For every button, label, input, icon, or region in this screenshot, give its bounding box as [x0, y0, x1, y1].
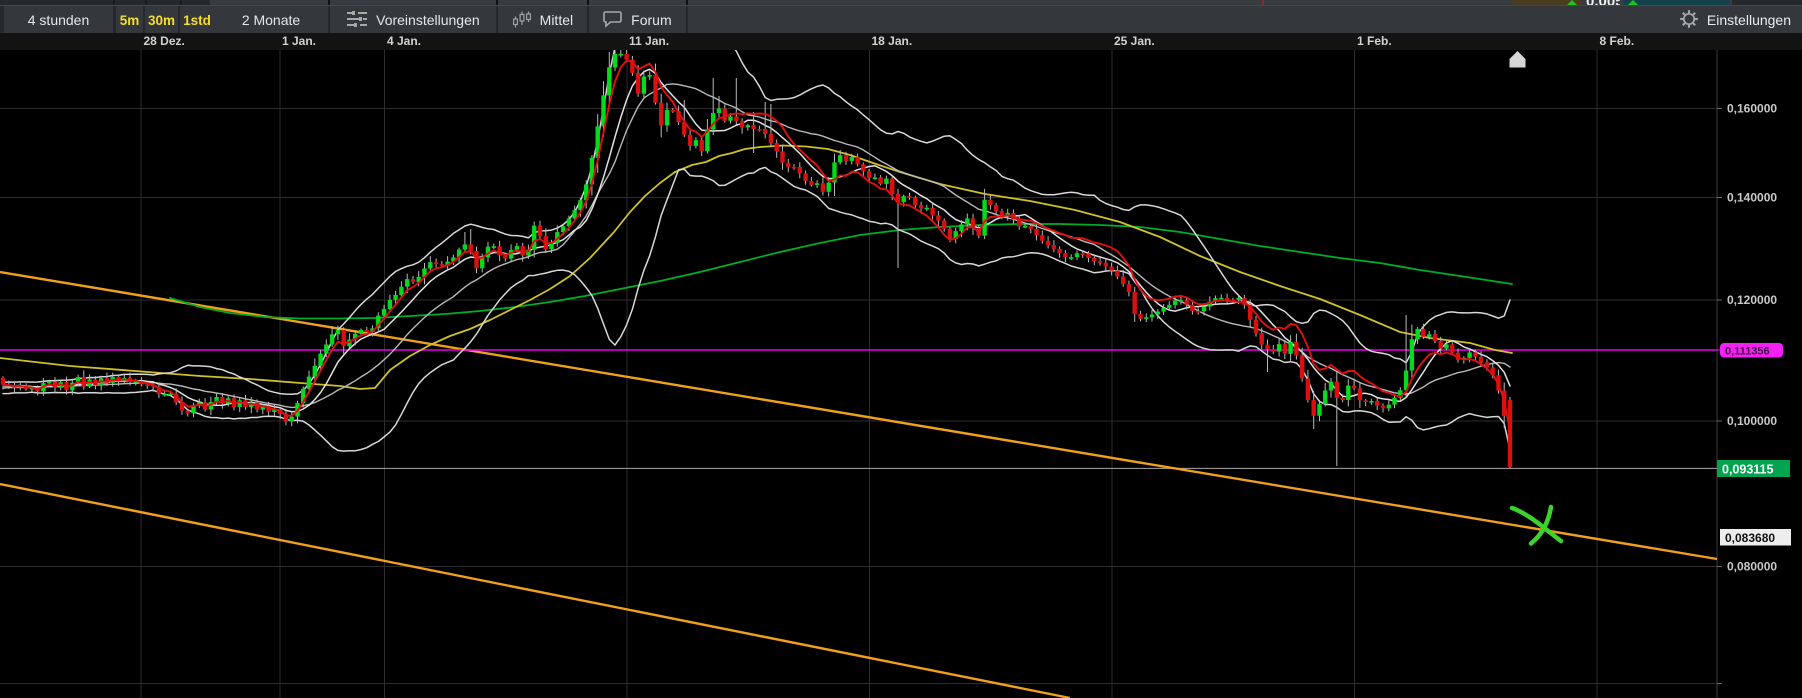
- svg-text:0,111356: 0,111356: [1725, 346, 1770, 358]
- svg-text:0,100000: 0,100000: [1727, 414, 1777, 428]
- svg-text:0,140000: 0,140000: [1727, 191, 1777, 205]
- svg-text:0,120000: 0,120000: [1727, 293, 1777, 307]
- svg-text:0,160000: 0,160000: [1727, 102, 1777, 116]
- svg-text:0,083680: 0,083680: [1725, 531, 1775, 545]
- svg-text:0,093115: 0,093115: [1722, 463, 1773, 477]
- svg-text:0,080000: 0,080000: [1727, 560, 1777, 574]
